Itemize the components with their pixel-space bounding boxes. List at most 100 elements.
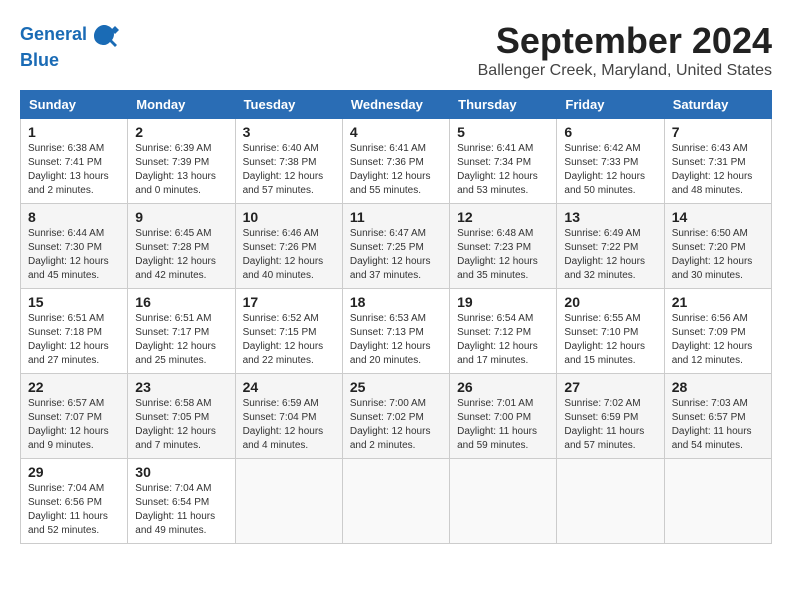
day-info: Sunrise: 6:58 AM Sunset: 7:05 PM Dayligh… [135,397,227,453]
day-info: Sunrise: 6:49 AM Sunset: 7:22 PM Dayligh… [564,227,656,283]
calendar-day-cell: 18 Sunrise: 6:53 AM Sunset: 7:13 PM Dayl… [342,289,449,374]
title-section: September 2024 Ballenger Creek, Maryland… [478,20,772,80]
day-info: Sunrise: 6:54 AM Sunset: 7:12 PM Dayligh… [457,312,549,368]
calendar-day-cell: 7 Sunrise: 6:43 AM Sunset: 7:31 PM Dayli… [664,119,771,204]
header: General Blue September 2024 Ballenger Cr… [20,20,772,80]
calendar-day-cell: 15 Sunrise: 6:51 AM Sunset: 7:18 PM Dayl… [21,289,128,374]
calendar-header-tuesday: Tuesday [235,91,342,119]
calendar-day-cell: 2 Sunrise: 6:39 AM Sunset: 7:39 PM Dayli… [128,119,235,204]
calendar-day-cell: 11 Sunrise: 6:47 AM Sunset: 7:25 PM Dayl… [342,204,449,289]
day-number: 12 [457,209,549,225]
calendar-day-cell [664,459,771,544]
day-number: 17 [243,294,335,310]
calendar-day-cell: 3 Sunrise: 6:40 AM Sunset: 7:38 PM Dayli… [235,119,342,204]
day-info: Sunrise: 6:56 AM Sunset: 7:09 PM Dayligh… [672,312,764,368]
day-info: Sunrise: 6:46 AM Sunset: 7:26 PM Dayligh… [243,227,335,283]
day-number: 28 [672,379,764,395]
day-number: 13 [564,209,656,225]
calendar-day-cell: 9 Sunrise: 6:45 AM Sunset: 7:28 PM Dayli… [128,204,235,289]
day-number: 23 [135,379,227,395]
day-info: Sunrise: 6:43 AM Sunset: 7:31 PM Dayligh… [672,142,764,198]
calendar-day-cell: 27 Sunrise: 7:02 AM Sunset: 6:59 PM Dayl… [557,374,664,459]
day-info: Sunrise: 6:44 AM Sunset: 7:30 PM Dayligh… [28,227,120,283]
calendar-day-cell: 5 Sunrise: 6:41 AM Sunset: 7:34 PM Dayli… [450,119,557,204]
calendar-day-cell: 21 Sunrise: 6:56 AM Sunset: 7:09 PM Dayl… [664,289,771,374]
day-info: Sunrise: 6:42 AM Sunset: 7:33 PM Dayligh… [564,142,656,198]
calendar-day-cell [557,459,664,544]
calendar-day-cell: 17 Sunrise: 6:52 AM Sunset: 7:15 PM Dayl… [235,289,342,374]
day-info: Sunrise: 6:51 AM Sunset: 7:17 PM Dayligh… [135,312,227,368]
calendar-day-cell: 1 Sunrise: 6:38 AM Sunset: 7:41 PM Dayli… [21,119,128,204]
day-info: Sunrise: 6:47 AM Sunset: 7:25 PM Dayligh… [350,227,442,283]
calendar-day-cell: 23 Sunrise: 6:58 AM Sunset: 7:05 PM Dayl… [128,374,235,459]
day-info: Sunrise: 6:41 AM Sunset: 7:34 PM Dayligh… [457,142,549,198]
day-number: 11 [350,209,442,225]
day-info: Sunrise: 7:00 AM Sunset: 7:02 PM Dayligh… [350,397,442,453]
day-info: Sunrise: 6:41 AM Sunset: 7:36 PM Dayligh… [350,142,442,198]
day-info: Sunrise: 6:55 AM Sunset: 7:10 PM Dayligh… [564,312,656,368]
calendar-header-friday: Friday [557,91,664,119]
day-number: 21 [672,294,764,310]
day-number: 7 [672,124,764,140]
day-number: 1 [28,124,120,140]
day-number: 6 [564,124,656,140]
calendar-day-cell: 30 Sunrise: 7:04 AM Sunset: 6:54 PM Dayl… [128,459,235,544]
calendar-header-row: SundayMondayTuesdayWednesdayThursdayFrid… [21,91,772,119]
calendar-day-cell: 25 Sunrise: 7:00 AM Sunset: 7:02 PM Dayl… [342,374,449,459]
calendar-week-row: 1 Sunrise: 6:38 AM Sunset: 7:41 PM Dayli… [21,119,772,204]
day-number: 2 [135,124,227,140]
day-info: Sunrise: 6:51 AM Sunset: 7:18 PM Dayligh… [28,312,120,368]
calendar-day-cell: 12 Sunrise: 6:48 AM Sunset: 7:23 PM Dayl… [450,204,557,289]
calendar-table: SundayMondayTuesdayWednesdayThursdayFrid… [20,90,772,544]
logo-icon [89,20,119,50]
calendar-header-wednesday: Wednesday [342,91,449,119]
logo-text: General Blue [20,20,119,72]
day-number: 24 [243,379,335,395]
day-number: 19 [457,294,549,310]
day-number: 4 [350,124,442,140]
day-info: Sunrise: 7:02 AM Sunset: 6:59 PM Dayligh… [564,397,656,453]
calendar-day-cell: 26 Sunrise: 7:01 AM Sunset: 7:00 PM Dayl… [450,374,557,459]
calendar-day-cell: 8 Sunrise: 6:44 AM Sunset: 7:30 PM Dayli… [21,204,128,289]
calendar-day-cell: 13 Sunrise: 6:49 AM Sunset: 7:22 PM Dayl… [557,204,664,289]
calendar-header-saturday: Saturday [664,91,771,119]
day-number: 22 [28,379,120,395]
calendar-day-cell: 24 Sunrise: 6:59 AM Sunset: 7:04 PM Dayl… [235,374,342,459]
calendar-week-row: 29 Sunrise: 7:04 AM Sunset: 6:56 PM Dayl… [21,459,772,544]
day-number: 5 [457,124,549,140]
day-info: Sunrise: 6:48 AM Sunset: 7:23 PM Dayligh… [457,227,549,283]
day-info: Sunrise: 6:59 AM Sunset: 7:04 PM Dayligh… [243,397,335,453]
day-number: 3 [243,124,335,140]
calendar-day-cell: 16 Sunrise: 6:51 AM Sunset: 7:17 PM Dayl… [128,289,235,374]
calendar-day-cell [235,459,342,544]
day-number: 8 [28,209,120,225]
day-number: 16 [135,294,227,310]
calendar-day-cell: 14 Sunrise: 6:50 AM Sunset: 7:20 PM Dayl… [664,204,771,289]
location-title: Ballenger Creek, Maryland, United States [478,62,772,80]
calendar-week-row: 22 Sunrise: 6:57 AM Sunset: 7:07 PM Dayl… [21,374,772,459]
day-number: 30 [135,464,227,480]
day-number: 27 [564,379,656,395]
calendar-day-cell [450,459,557,544]
day-info: Sunrise: 6:53 AM Sunset: 7:13 PM Dayligh… [350,312,442,368]
calendar-day-cell: 6 Sunrise: 6:42 AM Sunset: 7:33 PM Dayli… [557,119,664,204]
day-number: 20 [564,294,656,310]
calendar-day-cell: 28 Sunrise: 7:03 AM Sunset: 6:57 PM Dayl… [664,374,771,459]
day-info: Sunrise: 7:04 AM Sunset: 6:56 PM Dayligh… [28,482,120,538]
calendar-header-sunday: Sunday [21,91,128,119]
day-number: 15 [28,294,120,310]
calendar-day-cell: 20 Sunrise: 6:55 AM Sunset: 7:10 PM Dayl… [557,289,664,374]
calendar-day-cell: 29 Sunrise: 7:04 AM Sunset: 6:56 PM Dayl… [21,459,128,544]
day-info: Sunrise: 6:40 AM Sunset: 7:38 PM Dayligh… [243,142,335,198]
day-info: Sunrise: 7:04 AM Sunset: 6:54 PM Dayligh… [135,482,227,538]
day-info: Sunrise: 6:50 AM Sunset: 7:20 PM Dayligh… [672,227,764,283]
calendar-day-cell: 22 Sunrise: 6:57 AM Sunset: 7:07 PM Dayl… [21,374,128,459]
day-number: 14 [672,209,764,225]
calendar-day-cell: 19 Sunrise: 6:54 AM Sunset: 7:12 PM Dayl… [450,289,557,374]
day-info: Sunrise: 6:52 AM Sunset: 7:15 PM Dayligh… [243,312,335,368]
calendar-day-cell: 10 Sunrise: 6:46 AM Sunset: 7:26 PM Dayl… [235,204,342,289]
day-info: Sunrise: 7:03 AM Sunset: 6:57 PM Dayligh… [672,397,764,453]
day-info: Sunrise: 6:39 AM Sunset: 7:39 PM Dayligh… [135,142,227,198]
day-info: Sunrise: 7:01 AM Sunset: 7:00 PM Dayligh… [457,397,549,453]
day-info: Sunrise: 6:38 AM Sunset: 7:41 PM Dayligh… [28,142,120,198]
